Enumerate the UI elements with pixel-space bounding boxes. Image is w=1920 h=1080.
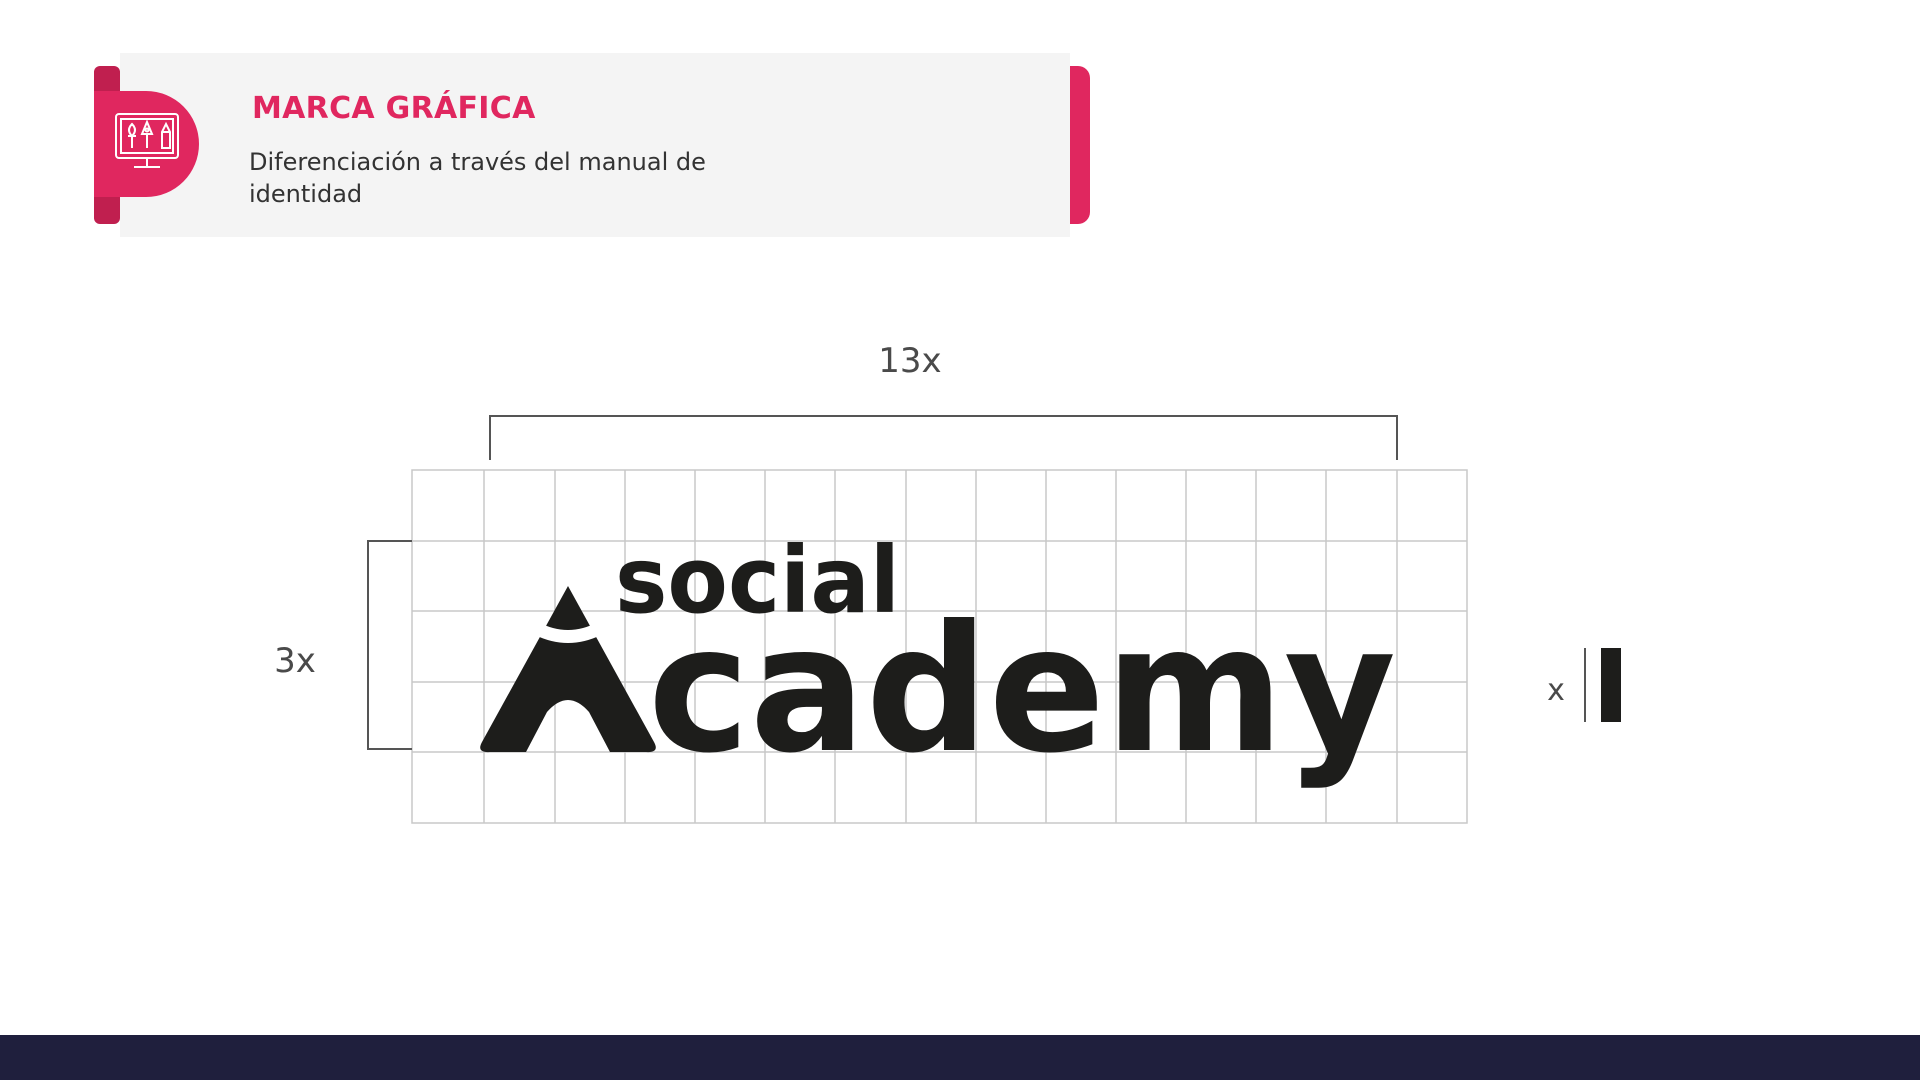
- unit-reference-bar: [1601, 648, 1621, 722]
- logo-construction-diagram: 13x 3x social cademy x: [274, 341, 1621, 824]
- unit-label: x: [1547, 673, 1565, 708]
- unit-reference: x: [1547, 648, 1621, 722]
- height-bracket: [367, 540, 412, 750]
- slide: MARCA GRÁFICA Diferenciación a través de…: [0, 0, 1920, 1080]
- width-dimension-label: 13x: [878, 341, 941, 381]
- footer-bar: [0, 1035, 1920, 1080]
- width-bracket: [489, 415, 1398, 460]
- logo-word-cademy: cademy: [648, 589, 1396, 792]
- height-dimension-label: 3x: [274, 641, 316, 681]
